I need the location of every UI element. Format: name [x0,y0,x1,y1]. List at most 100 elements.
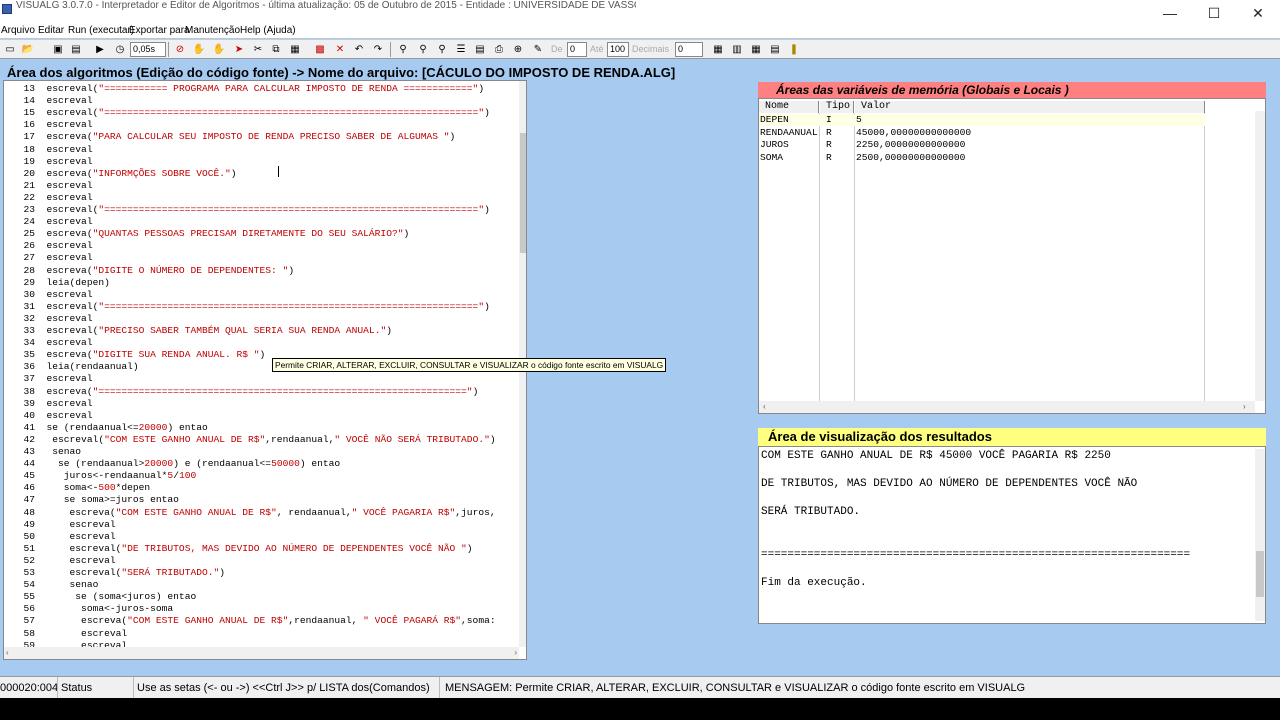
print-code-icon[interactable]: ▤ [68,42,84,57]
copy-icon[interactable]: ⧉ [268,42,284,57]
code-line[interactable]: 22 escreval [4,192,519,204]
code-line[interactable]: 39 escreval [4,398,519,410]
code-line[interactable]: 33 escreval("PRECISO SABER TAMBÉM QUAL S… [4,325,519,337]
variable-row[interactable]: JUROS R 2250,00000000000000 [759,139,1205,151]
code-line[interactable]: 23 escreval("===========================… [4,204,519,216]
code-line[interactable]: 47 se soma>=juros entao [4,494,519,506]
step-icon[interactable]: ✋ [211,42,227,57]
code-line[interactable]: 57 escreva("COM ESTE GANHO ANUAL DE R$",… [4,615,519,627]
menu-exportar[interactable]: Exportar para [129,25,190,36]
replace-icon[interactable]: ⚲ [415,42,431,57]
code-line[interactable]: 44 se (rendaanual>20000) e (rendaanual<=… [4,458,519,470]
code-line[interactable]: 40 escreval [4,410,519,422]
code-line[interactable]: 24 escreval [4,216,519,228]
open-folder-icon[interactable]: 📂 [20,42,36,57]
code-line[interactable]: 28 escreva("DIGITE O NÚMERO DE DEPENDENT… [4,265,519,277]
results-scroll-thumb[interactable] [1256,551,1264,597]
help-icon[interactable]: ❚ [786,42,802,57]
stop-icon[interactable]: ⊘ [172,42,188,57]
code-line[interactable]: 26 escreval [4,240,519,252]
code-line[interactable]: 18 escreval [4,144,519,156]
calculator-icon[interactable]: ▥ [729,42,745,57]
save-icon[interactable]: ▣ [50,42,66,57]
code-line[interactable]: 21 escreval [4,180,519,192]
code-line[interactable]: 49 escreval [4,519,519,531]
code-line[interactable]: 15 escreval("===========================… [4,107,519,119]
minimize-button[interactable]: — [1148,2,1192,24]
code-line[interactable]: 42 escreval("COM ESTE GANHO ANUAL DE R$"… [4,434,519,446]
code-line[interactable]: 53 escreval("SERÁ TRIBUTADO.") [4,567,519,579]
editor-scroll-thumb[interactable] [520,133,526,253]
hand-icon[interactable]: ✋ [191,42,207,57]
code-line[interactable]: 30 escreval [4,289,519,301]
menu-help[interactable]: Help (Ajuda) [240,25,296,36]
close-button[interactable]: ✕ [1236,2,1280,24]
code-line[interactable]: 29 leia(depen) [4,277,519,289]
code-line[interactable]: 45 juros<-rendaanual*5/100 [4,470,519,482]
code-line[interactable]: 31 escreval("===========================… [4,301,519,313]
table-icon[interactable]: ▦ [748,42,764,57]
code-line[interactable]: 41 se (rendaanual<=20000) entao [4,422,519,434]
results-vertical-scrollbar[interactable] [1255,449,1265,621]
menu-editar[interactable]: Editar [38,25,64,36]
code-line[interactable]: 58 escreval [4,628,519,640]
variables-grid[interactable]: Nome Tipo Valor DEPEN I 5 RENDAANUAL R 45000,… [759,99,1205,403]
code-line[interactable]: 48 escreva("COM ESTE GANHO ANUAL DE R$",… [4,507,519,519]
redo-icon[interactable]: ↷ [370,42,386,57]
breakpoint-icon[interactable]: ➤ [231,42,247,57]
undo-icon[interactable]: ↶ [351,42,367,57]
code-line[interactable]: 32 escreval [4,313,519,325]
binoculars-icon[interactable]: ⚲ [395,42,411,57]
code-line[interactable]: 17 escreva("PARA CALCULAR SEU IMPOSTO DE… [4,131,519,143]
variables-horizontal-scrollbar[interactable]: ‹ › [759,401,1255,413]
variable-row[interactable]: RENDAANUAL R 45000,00000000000000 [759,127,1205,139]
code-line[interactable]: 25 escreva("QUANTAS PESSOAS PRECISAM DIR… [4,228,519,240]
indent-icon[interactable]: ☰ [453,42,469,57]
code-line[interactable]: 55 se (soma<juros) entao [4,591,519,603]
de-input[interactable]: 0 [567,42,587,57]
menu-run[interactable]: Run (executar) [68,25,134,36]
magic-icon[interactable]: ✎ [530,42,546,57]
run-icon[interactable]: ▶ [92,42,108,57]
code-line[interactable]: 50 escreval [4,531,519,543]
calc-icon[interactable]: ▦ [710,42,726,57]
code-line[interactable]: 14 escreval [4,95,519,107]
comment-icon[interactable]: ▤ [472,42,488,57]
paste-icon[interactable]: ▦ [287,42,303,57]
code-line[interactable]: 56 soma<-juros-soma [4,603,519,615]
print-icon[interactable]: ⎙ [491,42,507,57]
delete-icon[interactable]: ✕ [332,42,348,57]
grid-icon[interactable]: ▤ [767,42,783,57]
variable-row[interactable]: DEPEN I 5 [759,114,1205,126]
menu-arquivo[interactable]: Arquivo [1,25,35,36]
menu-manutencao[interactable]: Manutenção [185,25,240,36]
code-line[interactable]: 46 soma<-500*depen [4,482,519,494]
col-tipo[interactable]: Tipo [820,101,854,113]
code-line[interactable]: 27 escreval [4,252,519,264]
editor-horizontal-scrollbar[interactable]: ‹ › [4,647,519,659]
col-nome[interactable]: Nome [759,101,819,113]
code-line[interactable]: 13 escreval("=========== PROGRAMA PARA C… [4,83,519,95]
new-file-icon[interactable]: ▭ [2,42,18,57]
maximize-button[interactable]: ☐ [1192,2,1236,24]
ate-input[interactable]: 100 [607,42,629,57]
code-line[interactable]: 16 escreval [4,119,519,131]
code-line[interactable]: 38 escreva("============================… [4,386,519,398]
code-line[interactable]: 52 escreval [4,555,519,567]
cut-icon[interactable]: ✂ [250,42,266,57]
find-next-icon[interactable]: ⚲ [434,42,450,57]
col-valor[interactable]: Valor [855,101,1205,113]
code-line[interactable]: 51 escreval("DE TRIBUTOS, MAS DEVIDO AO … [4,543,519,555]
code-line[interactable]: 34 escreval [4,337,519,349]
insert-icon[interactable]: ▩ [312,42,328,57]
decimais-select[interactable]: 0 [675,42,703,57]
speed-select[interactable]: 0,05s [130,42,166,57]
code-line[interactable]: 19 escreval [4,156,519,168]
zoom-icon[interactable]: ⊕ [510,42,526,57]
code-line[interactable]: 43 senao [4,446,519,458]
timer-icon[interactable]: ◷ [112,42,128,57]
variables-vertical-scrollbar[interactable] [1255,111,1265,401]
code-line[interactable]: 37 escreval [4,373,519,385]
code-line[interactable]: 54 senao [4,579,519,591]
code-line[interactable]: 20 escreva("INFORMÇÕES SOBRE VOCÊ.") [4,168,519,180]
